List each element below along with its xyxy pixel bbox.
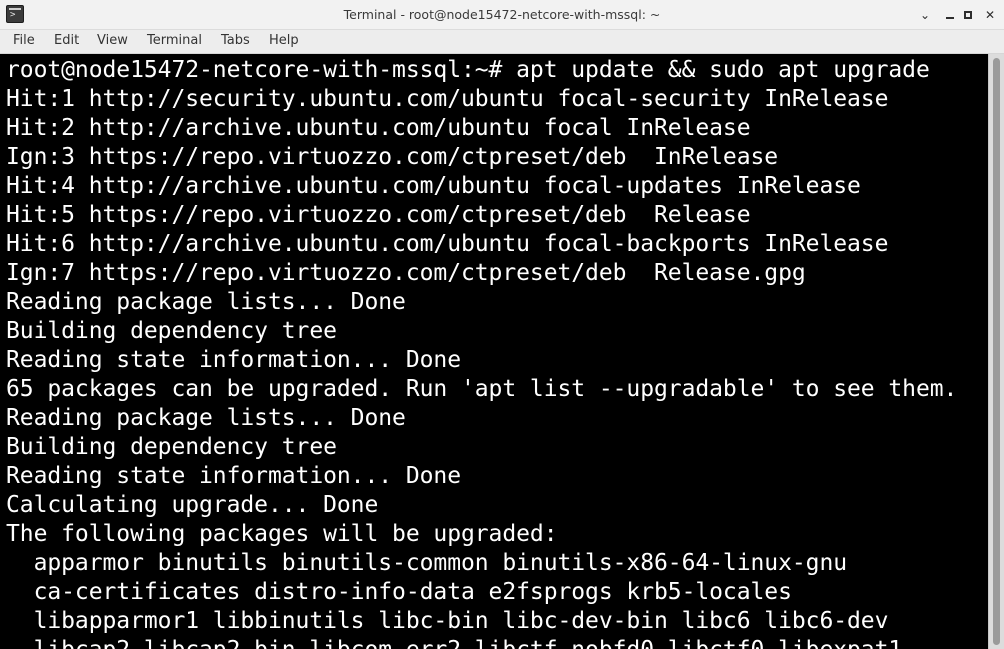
vertical-scrollbar[interactable] bbox=[988, 54, 1004, 649]
menu-bar: File Edit View Terminal Tabs Help bbox=[0, 30, 1004, 54]
menu-file[interactable]: File bbox=[7, 30, 41, 53]
terminal-line: libcap2 libcap2-bin libcom-err2 libctf-n… bbox=[6, 636, 986, 649]
terminal-line: Reading package lists... Done bbox=[6, 289, 406, 315]
terminal-line: Ign:3 https://repo.virtuozzo.com/ctprese… bbox=[6, 144, 779, 170]
terminal-line: 65 packages can be upgraded. Run 'apt li… bbox=[6, 376, 958, 402]
menu-help[interactable]: Help bbox=[263, 30, 305, 53]
terminal-line: Hit:1 http://security.ubuntu.com/ubuntu … bbox=[6, 86, 889, 112]
terminal-output[interactable]: root@node15472-netcore-with-mssql:~# apt… bbox=[0, 54, 988, 649]
terminal-line: Reading state information... Done bbox=[6, 463, 461, 489]
terminal-line: Hit:5 https://repo.virtuozzo.com/ctprese… bbox=[6, 202, 751, 228]
terminal-line: Hit:4 http://archive.ubuntu.com/ubuntu f… bbox=[6, 173, 861, 199]
terminal-line: apparmor binutils binutils-common binuti… bbox=[6, 550, 848, 576]
menu-edit[interactable]: Edit bbox=[48, 30, 85, 53]
menu-view[interactable]: View bbox=[91, 30, 134, 53]
terminal-line: Building dependency tree bbox=[6, 434, 337, 460]
terminal-line: ca-certificates distro-info-data e2fspro… bbox=[6, 579, 792, 605]
terminal-line: Building dependency tree bbox=[6, 318, 337, 344]
terminal-line: Ign:7 https://repo.virtuozzo.com/ctprese… bbox=[6, 260, 806, 286]
terminal-line: Hit:2 http://archive.ubuntu.com/ubuntu f… bbox=[6, 115, 751, 141]
minimize-button[interactable] bbox=[941, 6, 959, 24]
terminal-line: The following packages will be upgraded: bbox=[6, 521, 558, 547]
terminal-line: libapparmor1 libbinutils libc-bin libc-d… bbox=[6, 608, 889, 634]
menu-tabs[interactable]: Tabs bbox=[215, 30, 256, 53]
close-icon[interactable]: ✕ bbox=[981, 6, 999, 24]
minimize-icon bbox=[946, 17, 954, 19]
terminal-line: Calculating upgrade... Done bbox=[6, 492, 379, 518]
maximize-button[interactable] bbox=[960, 6, 978, 24]
window-title: Terminal - root@node15472-netcore-with-m… bbox=[343, 7, 661, 22]
scrollbar-thumb[interactable] bbox=[993, 58, 1000, 645]
terminal-window: Terminal - root@node15472-netcore-with-m… bbox=[0, 0, 1004, 649]
terminal-line: root@node15472-netcore-with-mssql:~# apt… bbox=[6, 57, 930, 83]
maximize-icon bbox=[964, 11, 972, 19]
terminal-lines: root@node15472-netcore-with-mssql:~# apt… bbox=[6, 56, 986, 649]
terminal-line: Reading state information... Done bbox=[6, 347, 461, 373]
menu-terminal[interactable]: Terminal bbox=[141, 30, 208, 53]
chevron-down-icon[interactable]: ⌄ bbox=[916, 6, 934, 24]
terminal-line: Hit:6 http://archive.ubuntu.com/ubuntu f… bbox=[6, 231, 889, 257]
terminal-line: Reading package lists... Done bbox=[6, 405, 406, 431]
title-bar[interactable]: Terminal - root@node15472-netcore-with-m… bbox=[0, 0, 1004, 30]
